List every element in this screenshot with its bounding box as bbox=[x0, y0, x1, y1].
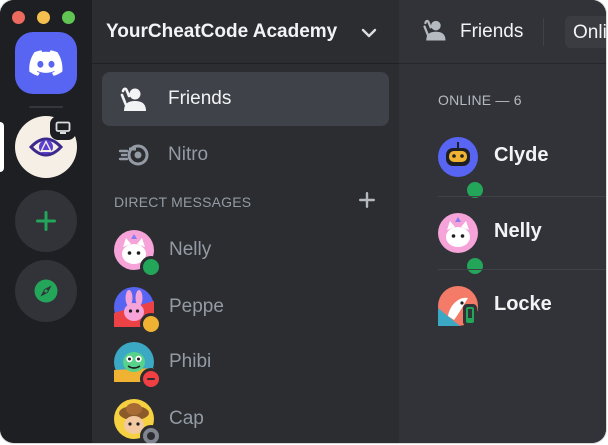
friend-row[interactable]: Locke bbox=[438, 269, 606, 342]
avatar bbox=[114, 287, 162, 335]
friends-main-pane: Friends Online ONLINE — 6 Clyde bbox=[399, 0, 606, 443]
friend-name: Clyde bbox=[494, 144, 549, 166]
avatar bbox=[438, 137, 486, 201]
monitor-icon bbox=[50, 116, 76, 140]
header-divider bbox=[543, 18, 544, 46]
server-name: YourCheatCode Academy bbox=[106, 21, 338, 42]
dm-item[interactable]: Phibi bbox=[102, 336, 389, 390]
discord-logo-icon bbox=[29, 50, 63, 76]
status-offline-indicator bbox=[140, 425, 162, 443]
create-dm-plus-icon[interactable] bbox=[358, 191, 376, 209]
home-button[interactable] bbox=[15, 32, 77, 94]
dm-name: Cap bbox=[169, 408, 204, 429]
window-maximize-button[interactable] bbox=[62, 11, 75, 24]
online-count-header: ONLINE — 6 bbox=[438, 92, 522, 108]
plus-icon bbox=[36, 211, 56, 231]
direct-messages-header: DIRECT MESSAGES bbox=[114, 194, 252, 210]
friends-wave-icon bbox=[120, 87, 146, 111]
tab-online[interactable]: Online bbox=[565, 16, 606, 48]
page-title: Friends bbox=[460, 21, 524, 42]
status-idle-indicator bbox=[140, 313, 162, 335]
dm-name: Phibi bbox=[169, 351, 212, 372]
add-server-button[interactable] bbox=[15, 190, 77, 252]
dm-name: Nelly bbox=[169, 239, 212, 260]
dm-sidebar: YourCheatCode Academy Friends Nitro DIRE… bbox=[92, 0, 399, 443]
dm-item[interactable]: Cap bbox=[102, 393, 389, 443]
chevron-down-icon bbox=[361, 28, 377, 38]
avatar bbox=[438, 213, 486, 277]
dm-item[interactable]: Peppe bbox=[102, 281, 389, 335]
friends-header-bar: Friends Online bbox=[399, 0, 606, 64]
friend-name: Nelly bbox=[494, 220, 542, 242]
status-dnd-indicator bbox=[140, 368, 162, 390]
friends-wave-icon bbox=[423, 19, 446, 41]
friend-row[interactable]: Clyde bbox=[438, 121, 606, 201]
friend-name: Locke bbox=[494, 293, 552, 315]
mobile-status-icon bbox=[463, 304, 477, 326]
dm-name: Peppe bbox=[169, 296, 224, 317]
avatar bbox=[114, 342, 162, 390]
sidebar-item-label: Nitro bbox=[168, 144, 209, 165]
server-rail bbox=[0, 0, 92, 443]
sidebar-item-label: Friends bbox=[168, 88, 232, 109]
server-header[interactable]: YourCheatCode Academy bbox=[92, 0, 399, 64]
window-minimize-button[interactable] bbox=[37, 11, 50, 24]
avatar bbox=[114, 230, 162, 278]
window-close-button[interactable] bbox=[12, 11, 25, 24]
avatar bbox=[114, 399, 162, 443]
friend-row[interactable]: Nelly bbox=[438, 196, 606, 277]
avatar bbox=[438, 286, 478, 326]
selected-server-pill bbox=[0, 122, 4, 172]
tab-online-label: Online bbox=[573, 22, 606, 43]
explore-servers-button[interactable] bbox=[15, 260, 77, 322]
nitro-icon bbox=[118, 144, 149, 166]
sidebar-item-nitro[interactable]: Nitro bbox=[102, 128, 389, 182]
sidebar-item-friends[interactable]: Friends bbox=[102, 72, 389, 126]
dm-item[interactable]: Nelly bbox=[102, 224, 389, 278]
app-window: YourCheatCode Academy Friends Nitro DIRE… bbox=[0, 0, 606, 443]
rail-divider bbox=[29, 106, 63, 108]
compass-icon bbox=[34, 279, 58, 303]
status-online-indicator bbox=[140, 256, 162, 278]
